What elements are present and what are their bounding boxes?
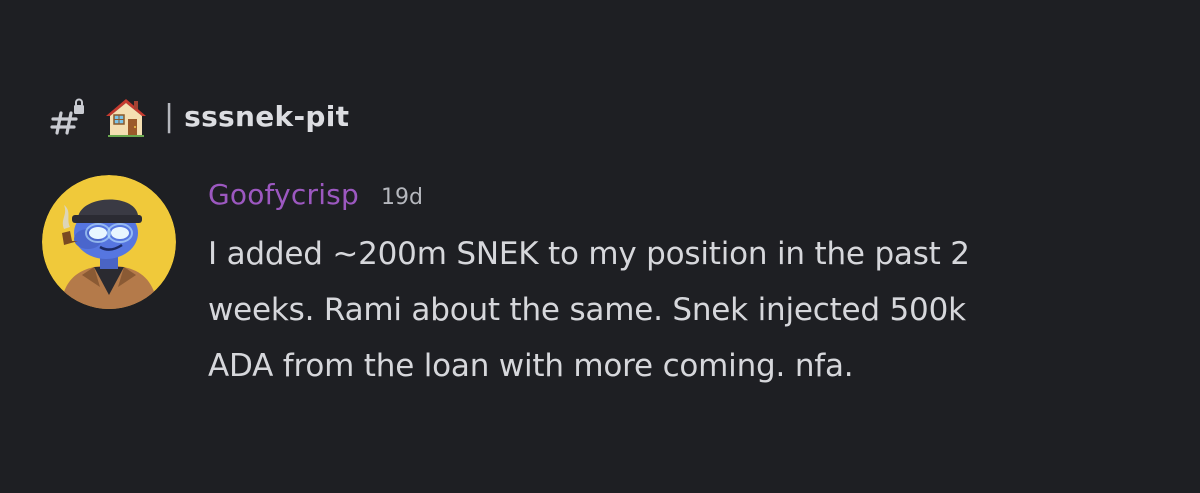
chat-message: Goofycrisp 19d I added ~200m SNEK to my …	[208, 178, 1168, 394]
timestamp[interactable]: 19d	[381, 185, 423, 210]
channel-header: | sssnek-pit	[48, 92, 349, 142]
avatar[interactable]	[42, 175, 176, 309]
message-text: I added ~200m SNEK to my position in the…	[208, 236, 970, 384]
username[interactable]: Goofycrisp	[208, 178, 359, 211]
channel-name[interactable]: sssnek-pit	[184, 97, 349, 137]
locked-hash-icon	[48, 97, 88, 137]
house-emoji-icon	[104, 95, 148, 139]
channel-separator: |	[164, 99, 175, 134]
message-header: Goofycrisp 19d	[208, 178, 1168, 224]
